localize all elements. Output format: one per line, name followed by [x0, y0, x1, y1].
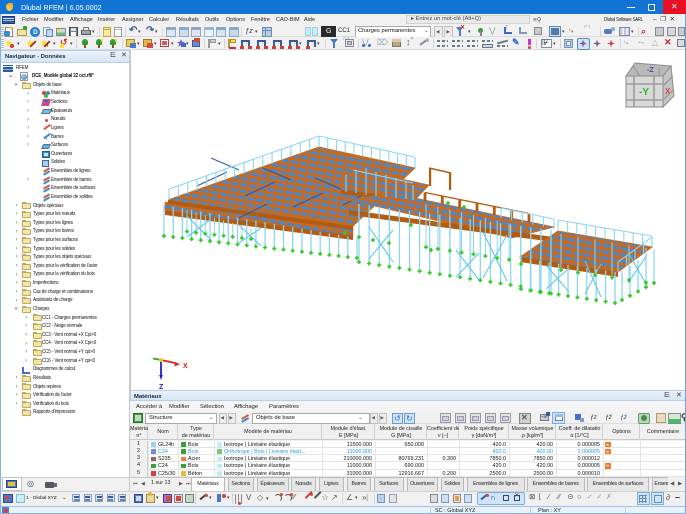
svg-text:-Y: -Y: [639, 87, 649, 98]
svg-text:X: X: [665, 87, 671, 96]
svg-text:-Z: -Z: [647, 67, 654, 74]
svg-text:X: X: [183, 363, 188, 370]
